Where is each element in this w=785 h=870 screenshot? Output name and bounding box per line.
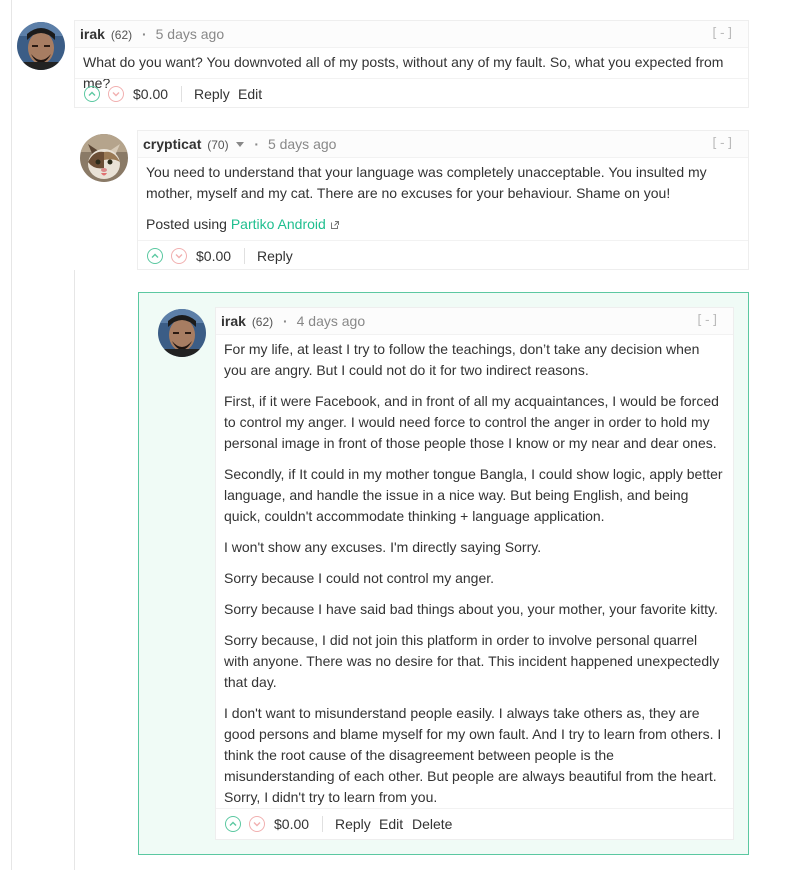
delete-button[interactable]: Delete [412, 809, 452, 839]
thread-indent-rule [11, 0, 12, 870]
author-reputation: (62) [110, 28, 133, 42]
comment-paragraph: I don't want to misunderstand people eas… [224, 705, 722, 805]
comment-header: crypticat (70) · 5 days ago [-] [138, 131, 748, 158]
comment-paragraph: Secondly, if It could in my mother tongu… [224, 466, 723, 524]
payout-value[interactable]: $0.00 [133, 79, 168, 109]
author-name[interactable]: irak [221, 313, 246, 329]
author-name[interactable]: irak [80, 26, 105, 42]
comment-timestamp[interactable]: 4 days ago [297, 313, 366, 329]
reply-button[interactable]: Reply [194, 79, 230, 109]
reply-button[interactable]: Reply [257, 241, 293, 271]
meta-separator: · [283, 313, 288, 329]
comment-body: You need to understand that your languag… [138, 158, 748, 240]
author-reputation: (70) [207, 138, 229, 152]
upvote-button[interactable] [84, 86, 100, 102]
comment-timestamp[interactable]: 5 days ago [268, 136, 337, 152]
upvote-button[interactable] [225, 816, 241, 832]
partiko-android-link[interactable]: Partiko Android [231, 216, 326, 232]
nested-thread-rule [74, 270, 75, 870]
comment-meta: irak (62) · 4 days ago [221, 308, 365, 335]
comment-footer: $0.00 Reply Edit Delete [216, 808, 733, 839]
collapse-toggle[interactable]: [-] [696, 308, 719, 334]
comment-paragraph: I won't show any excuses. I'm directly s… [224, 539, 542, 555]
comment-card: irak (62) · 4 days ago [-] For my life, … [215, 307, 734, 840]
edit-button[interactable]: Edit [379, 809, 403, 839]
comment-body: What do you want? You downvoted all of m… [75, 48, 748, 91]
comment-header: irak (62) · 4 days ago [-] [216, 308, 733, 335]
author-name[interactable]: crypticat [143, 136, 201, 152]
avatar[interactable] [80, 134, 128, 182]
comment-header: irak (62) · 5 days ago [-] [75, 21, 748, 48]
comment-body: For my life, at least I try to follow th… [216, 335, 733, 808]
meta-separator: · [142, 26, 147, 42]
footer-divider [244, 248, 245, 264]
downvote-button[interactable] [249, 816, 265, 832]
avatar[interactable] [158, 309, 206, 357]
chevron-up-icon [151, 253, 159, 258]
comment-paragraph: Sorry because, I did not join this platf… [224, 632, 720, 690]
edit-button[interactable]: Edit [238, 79, 262, 109]
footer-divider [322, 816, 323, 832]
upvote-button[interactable] [147, 248, 163, 264]
comment-meta: crypticat (70) · 5 days ago [143, 131, 336, 158]
comment-paragraph: Sorry because I could not control my ang… [224, 570, 495, 586]
chevron-up-icon [88, 91, 96, 96]
posted-using-line: Posted using Partiko Android [146, 214, 740, 235]
chevron-up-icon [229, 821, 237, 826]
comment-paragraph: You need to understand that your languag… [146, 164, 707, 201]
comment-paragraph: First, if it were Facebook, and in front… [224, 393, 719, 451]
comment-card: crypticat (70) · 5 days ago [-] You need… [137, 130, 749, 270]
downvote-button[interactable] [108, 86, 124, 102]
payout-value[interactable]: $0.00 [274, 809, 309, 839]
chevron-down-icon [112, 92, 120, 97]
downvote-button[interactable] [171, 248, 187, 264]
reply-button[interactable]: Reply [335, 809, 371, 839]
posted-using-prefix: Posted using [146, 216, 227, 232]
collapse-toggle[interactable]: [-] [711, 131, 734, 157]
external-link-icon [330, 221, 339, 229]
collapse-toggle[interactable]: [-] [711, 21, 734, 47]
author-reputation: (62) [251, 315, 274, 329]
comment-timestamp[interactable]: 5 days ago [156, 26, 225, 42]
footer-divider [181, 86, 182, 102]
comment-meta: irak (62) · 5 days ago [80, 21, 224, 48]
comment-paragraph: For my life, at least I try to follow th… [224, 341, 700, 378]
avatar[interactable] [17, 22, 65, 70]
chevron-down-icon [175, 254, 183, 259]
meta-separator: · [254, 136, 260, 152]
comment-footer: $0.00 Reply Edit [75, 78, 748, 109]
comment-paragraph: Sorry because I have said bad things abo… [224, 601, 718, 617]
chevron-down-icon [253, 822, 261, 827]
comment-card: irak (62) · 5 days ago [-] What do you w… [74, 20, 749, 108]
caret-down-icon[interactable] [236, 142, 245, 147]
comment-footer: $0.00 Reply [138, 240, 748, 271]
payout-value[interactable]: $0.00 [196, 241, 231, 271]
